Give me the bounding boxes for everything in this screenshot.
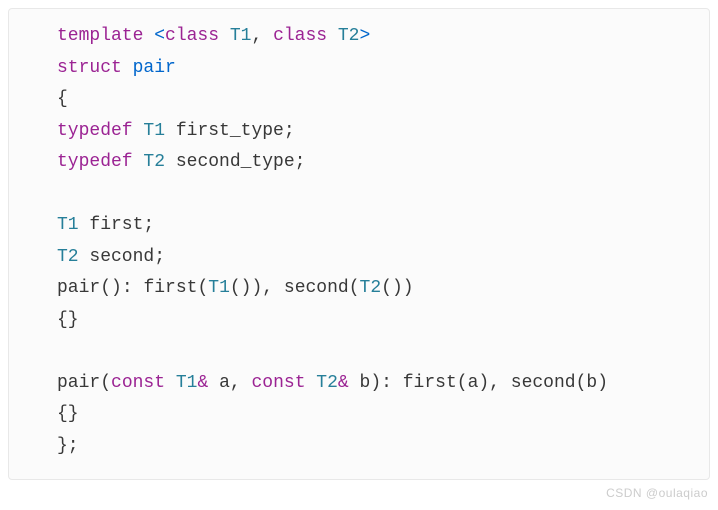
semicolon: ; (295, 152, 306, 172)
parens: (a) (457, 373, 489, 393)
type-t1: T1 (219, 26, 251, 46)
semicolon: ; (143, 215, 154, 235)
colon: : (381, 373, 403, 393)
code-line-7: T1 first; (57, 210, 689, 242)
code-line-2: struct pair (57, 53, 689, 85)
colon: : (122, 278, 144, 298)
keyword-const: const (241, 373, 306, 393)
amp: & (197, 373, 208, 393)
brace-open: { (57, 89, 68, 109)
identifier: second (89, 247, 154, 267)
code-line-11 (57, 336, 689, 368)
semicolon: ; (154, 247, 165, 267)
ctor-name: pair (57, 278, 100, 298)
brace-close: }; (57, 436, 79, 456)
paren-close: ) (403, 278, 414, 298)
angle-open: < (143, 26, 165, 46)
code-line-12: pair(const T1& a, const T2& b): first(a)… (57, 368, 689, 400)
code-line-1: template <class T1, class T2> (57, 21, 689, 53)
code-line-8: T2 second; (57, 242, 689, 274)
paren-open: ( (197, 278, 208, 298)
keyword-const: const (111, 373, 165, 393)
type-t2: T2 (306, 373, 338, 393)
keyword-struct: struct (57, 58, 122, 78)
identifier: second (284, 278, 349, 298)
paren-open: ( (100, 373, 111, 393)
comma: , (262, 278, 284, 298)
comma: , (489, 373, 511, 393)
keyword-typedef: typedef (57, 121, 133, 141)
param-b: b (349, 373, 371, 393)
code-line-5: typedef T2 second_type; (57, 147, 689, 179)
braces: {} (57, 404, 79, 424)
identifier: first (403, 373, 457, 393)
paren-close: ) (251, 278, 262, 298)
type-t1: T1 (133, 121, 176, 141)
parens: (b) (576, 373, 608, 393)
amp: & (338, 373, 349, 393)
keyword-typedef: typedef (57, 152, 133, 172)
code-line-14: }; (57, 431, 689, 463)
keyword-template: template (57, 26, 143, 46)
comma: , (230, 373, 241, 393)
type-t2: T2 (360, 278, 382, 298)
type-pair: pair (122, 58, 176, 78)
identifier: first (143, 278, 197, 298)
semicolon: ; (284, 121, 295, 141)
parens: () (100, 278, 122, 298)
type-t1: T1 (208, 278, 230, 298)
identifier: first (89, 215, 143, 235)
parens: () (230, 278, 252, 298)
parens: () (381, 278, 403, 298)
watermark-text: CSDN @oulaqiao (606, 483, 708, 504)
type-t2: T2 (327, 26, 359, 46)
code-line-13: {} (57, 399, 689, 431)
ctor-name: pair (57, 373, 100, 393)
paren-open: ( (349, 278, 360, 298)
type-t1: T1 (57, 215, 89, 235)
keyword-class: class (262, 26, 327, 46)
type-t2: T2 (57, 247, 89, 267)
comma: , (251, 26, 262, 46)
code-line-9: pair(): first(T1()), second(T2()) (57, 273, 689, 305)
code-line-4: typedef T1 first_type; (57, 116, 689, 148)
identifier: second_type (176, 152, 295, 172)
braces: {} (57, 310, 79, 330)
paren-close: ) (370, 373, 381, 393)
identifier: first_type (176, 121, 284, 141)
identifier: second (511, 373, 576, 393)
code-line-10: {} (57, 305, 689, 337)
type-t1: T1 (165, 373, 197, 393)
code-line-3: { (57, 84, 689, 116)
param-a: a (208, 373, 230, 393)
type-t2: T2 (133, 152, 176, 172)
code-block: template <class T1, class T2> struct pai… (8, 8, 710, 480)
code-line-6 (57, 179, 689, 211)
keyword-class: class (165, 26, 219, 46)
angle-close: > (359, 26, 370, 46)
